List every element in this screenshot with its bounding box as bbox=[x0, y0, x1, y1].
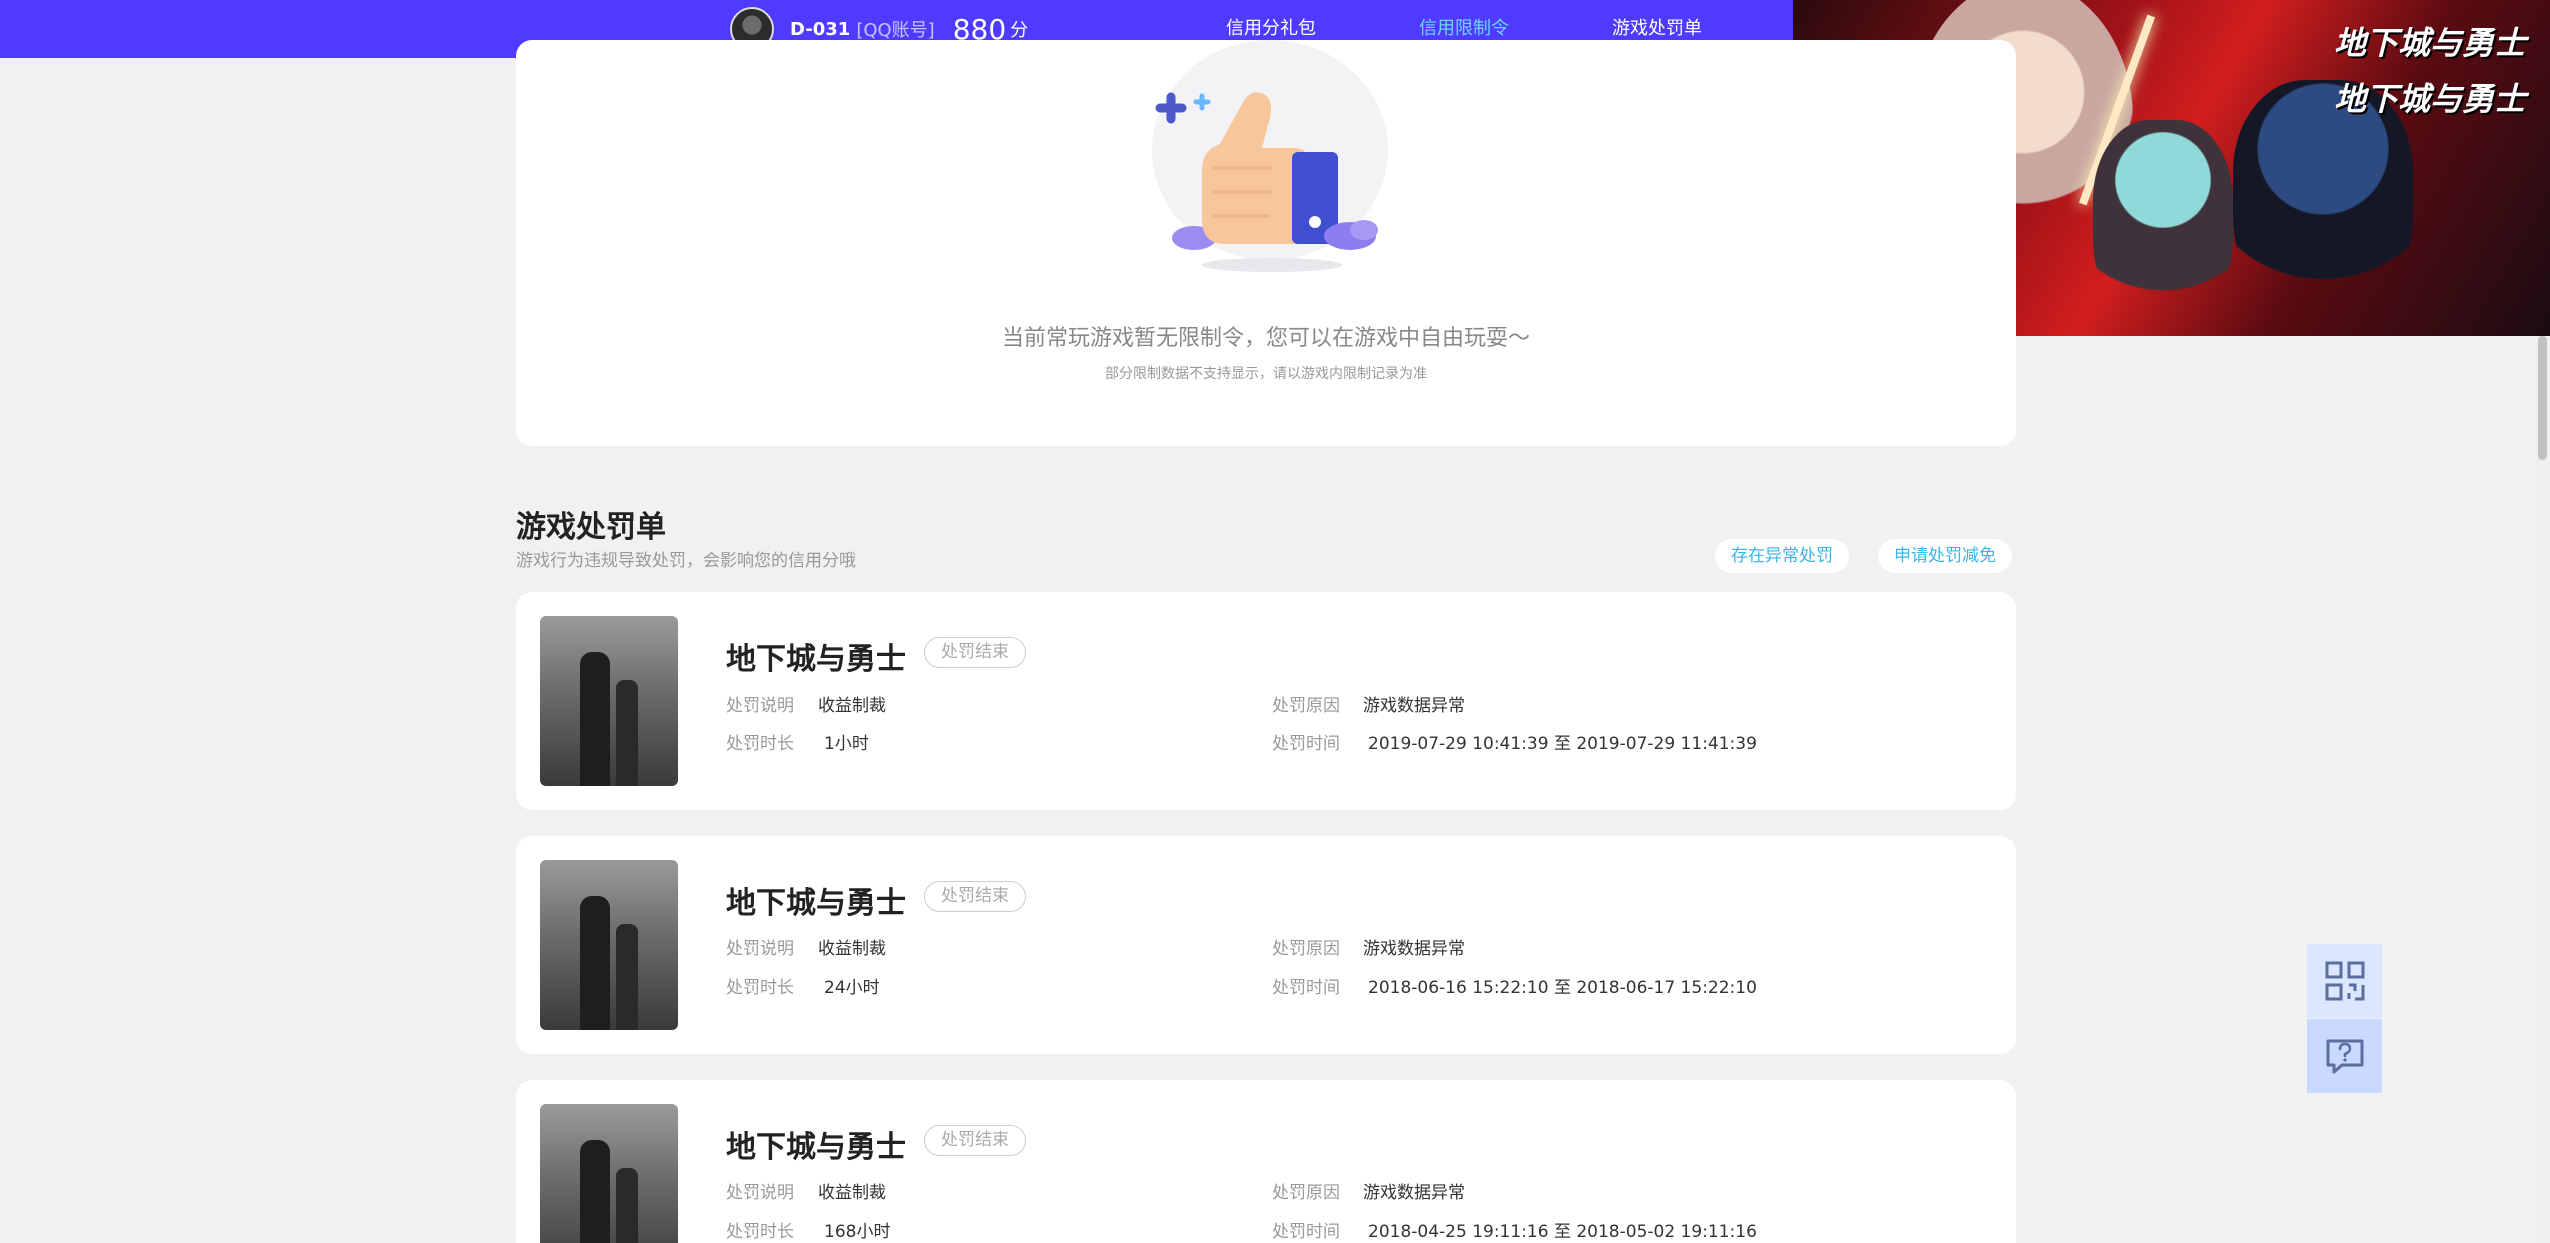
game-name: 地下城与勇士 bbox=[726, 1130, 906, 1165]
game-thumbnail bbox=[540, 616, 678, 786]
restriction-message: 当前常玩游戏暂无限制令，您可以在游戏中自由玩耍～ bbox=[1001, 326, 1530, 351]
game-thumbnail bbox=[540, 1104, 678, 1243]
page-scrollbar[interactable] bbox=[2535, 336, 2550, 1243]
game-name: 地下城与勇士 bbox=[726, 886, 906, 921]
qr-code-icon bbox=[2325, 961, 2364, 1001]
status-badge: 处罚结束 bbox=[924, 881, 1026, 912]
abnormal-penalty-button[interactable]: 存在异常处罚 bbox=[1715, 539, 1849, 573]
penalty-time-label: 处罚时间 bbox=[1272, 734, 1340, 754]
penalty-section-title: 游戏处罚单 bbox=[516, 510, 666, 545]
penalty-duration-value: 1小时 bbox=[824, 734, 869, 754]
penalty-reason-label: 处罚原因 bbox=[1272, 1183, 1340, 1203]
penalty-desc-value: 收益制裁 bbox=[818, 696, 886, 716]
penalty-desc-label: 处罚说明 bbox=[726, 696, 794, 716]
penalty-reason-label: 处罚原因 bbox=[1272, 939, 1340, 959]
appeal-penalty-button[interactable]: 申请处罚减免 bbox=[1878, 539, 2012, 573]
game-name: 地下城与勇士 bbox=[726, 642, 906, 677]
penalty-duration-value: 24小时 bbox=[824, 978, 880, 998]
help-button[interactable] bbox=[2307, 1019, 2382, 1093]
penalty-card: 地下城与勇士 处罚结束 处罚说明 收益制裁 处罚时长 24小时 处罚原因 游戏数… bbox=[516, 836, 2016, 1054]
penalty-reason-value: 游戏数据异常 bbox=[1363, 939, 1465, 959]
game-thumbnail bbox=[540, 860, 678, 1030]
penalty-reason-label: 处罚原因 bbox=[1272, 696, 1340, 716]
penalty-time-value: 2018-06-16 15:22:10 至 2018-06-17 15:22:1… bbox=[1368, 978, 1757, 998]
penalty-desc-value: 收益制裁 bbox=[818, 1183, 886, 1203]
account-type: [QQ账号] bbox=[856, 20, 935, 41]
status-badge: 处罚结束 bbox=[924, 1125, 1026, 1156]
banner-character-cyan bbox=[2093, 120, 2233, 320]
penalty-desc-label: 处罚说明 bbox=[726, 939, 794, 959]
penalty-time-value: 2019-07-29 10:41:39 至 2019-07-29 11:41:3… bbox=[1368, 734, 1757, 754]
banner-logo-bottom: 地下城与勇士 bbox=[2333, 80, 2526, 118]
help-chat-icon bbox=[2326, 1039, 2363, 1074]
credit-score-unit: 分 bbox=[1010, 20, 1029, 41]
username: D-031 bbox=[790, 18, 851, 40]
qr-code-button[interactable] bbox=[2307, 944, 2382, 1018]
restriction-status-card: 当前常玩游戏暂无限制令，您可以在游戏中自由玩耍～ 部分限制数据不支持显示，请以游… bbox=[516, 40, 2016, 446]
penalty-desc-label: 处罚说明 bbox=[726, 1183, 794, 1203]
penalty-reason-value: 游戏数据异常 bbox=[1363, 696, 1465, 716]
penalty-duration-value: 168小时 bbox=[824, 1222, 891, 1242]
penalty-time-label: 处罚时间 bbox=[1272, 978, 1340, 998]
penalty-section-subtitle: 游戏行为违规导致处罚，会影响您的信用分哦 bbox=[516, 551, 856, 571]
penalty-duration-label: 处罚时长 bbox=[726, 734, 794, 754]
penalty-time-value: 2018-04-25 19:11:16 至 2018-05-02 19:11:1… bbox=[1368, 1222, 1757, 1242]
penalty-duration-label: 处罚时长 bbox=[726, 978, 794, 998]
penalty-duration-label: 处罚时长 bbox=[726, 1222, 794, 1242]
banner-logo-top: 地下城与勇士 bbox=[2333, 24, 2526, 62]
penalty-card: 地下城与勇士 处罚结束 处罚说明 收益制裁 处罚时长 1小时 处罚原因 游戏数据… bbox=[516, 592, 2016, 810]
penalty-desc-value: 收益制裁 bbox=[818, 939, 886, 959]
thumbs-up-illustration bbox=[1152, 40, 1388, 272]
scrollbar-thumb[interactable] bbox=[2538, 336, 2547, 460]
penalty-reason-value: 游戏数据异常 bbox=[1363, 1183, 1465, 1203]
status-badge: 处罚结束 bbox=[924, 637, 1026, 668]
penalty-card: 地下城与勇士 处罚结束 处罚说明 收益制裁 处罚时长 168小时 处罚原因 游戏… bbox=[516, 1080, 2016, 1243]
penalty-time-label: 处罚时间 bbox=[1272, 1222, 1340, 1242]
restriction-note: 部分限制数据不支持显示，请以游戏内限制记录为准 bbox=[1105, 366, 1427, 382]
